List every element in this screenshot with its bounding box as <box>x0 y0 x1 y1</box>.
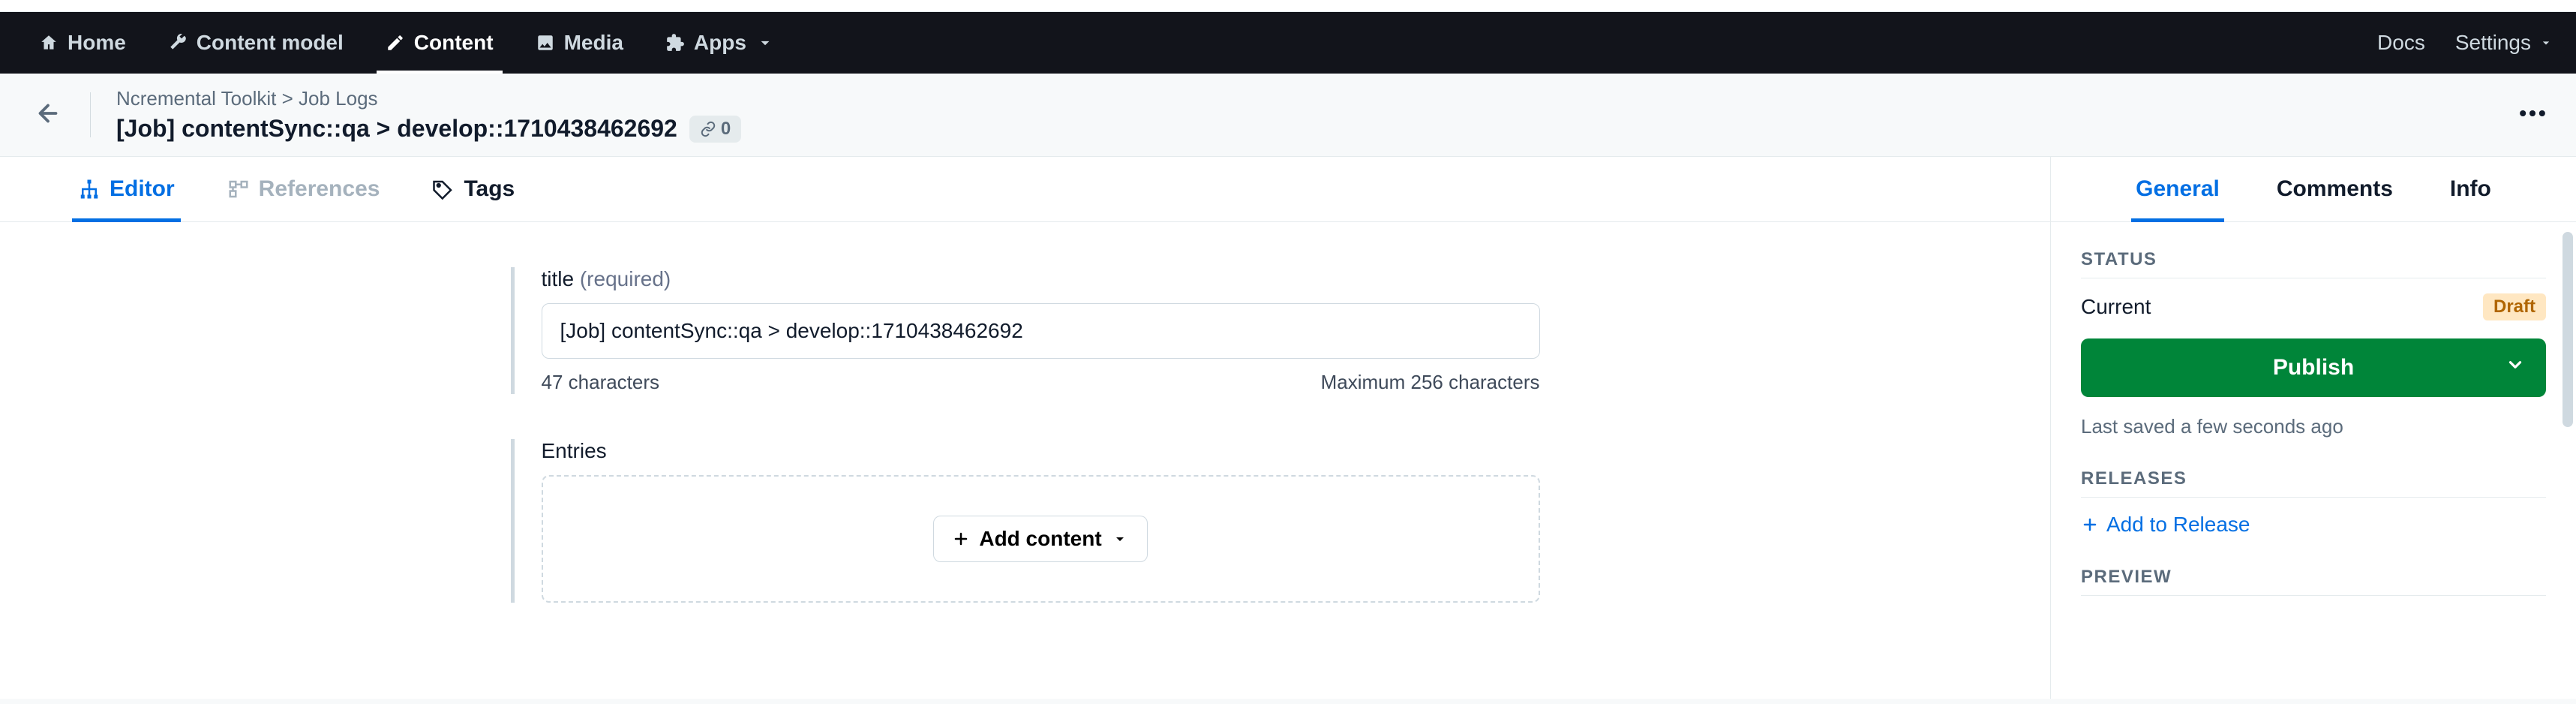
nav-content-model-label: Content model <box>197 31 344 55</box>
links-chip[interactable]: 0 <box>689 116 741 143</box>
more-actions-button[interactable] <box>2516 97 2549 134</box>
add-content-button[interactable]: Add content <box>933 516 1147 562</box>
add-content-label: Add content <box>979 527 1101 551</box>
puzzle-icon <box>665 33 685 53</box>
add-to-release[interactable]: Add to Release <box>2081 513 2546 537</box>
nav-docs-label: Docs <box>2377 31 2425 55</box>
tab-editor-label: Editor <box>110 176 175 202</box>
last-saved-text: Last saved a few seconds ago <box>2081 415 2546 438</box>
nav-home-label: Home <box>68 31 126 55</box>
publish-label: Publish <box>2273 355 2354 381</box>
tag-icon <box>432 178 455 200</box>
arrow-left-icon <box>35 100 62 127</box>
status-heading: STATUS <box>2081 249 2546 278</box>
tree-icon <box>78 178 101 200</box>
plus-icon <box>2081 516 2099 534</box>
tab-references-label: References <box>259 176 380 202</box>
links-count: 0 <box>721 119 731 140</box>
nav-apps-label: Apps <box>694 31 746 55</box>
top-nav: Home Content model Content Media Apps Do… <box>0 12 2576 74</box>
title-max: Maximum 256 characters <box>1321 371 1540 394</box>
field-entries: Entries Add content <box>511 439 1540 603</box>
chevron-down-icon <box>2505 355 2525 375</box>
tab-references: References <box>221 157 386 221</box>
back-button[interactable] <box>27 92 69 138</box>
scrollbar-thumb[interactable] <box>2562 232 2573 427</box>
nav-content[interactable]: Content <box>369 12 510 74</box>
wrench-icon <box>168 33 188 53</box>
tab-editor[interactable]: Editor <box>72 157 181 221</box>
breadcrumb[interactable]: Ncremental Toolkit > Job Logs <box>116 87 741 110</box>
nav-media[interactable]: Media <box>519 12 640 74</box>
status-current-label: Current <box>2081 295 2151 319</box>
publish-dropdown[interactable] <box>2505 355 2525 381</box>
title-required: (required) <box>580 267 671 290</box>
home-icon <box>39 33 59 53</box>
chevron-down-icon <box>1111 530 1129 548</box>
nav-docs[interactable]: Docs <box>2377 31 2425 55</box>
link-icon <box>700 121 716 137</box>
releases-heading: RELEASES <box>2081 468 2546 498</box>
entries-label: Entries <box>542 439 607 462</box>
title-bar: Ncremental Toolkit > Job Logs [Job] cont… <box>0 74 2576 157</box>
status-badge: Draft <box>2483 293 2546 320</box>
preview-heading: PREVIEW <box>2081 567 2546 596</box>
nav-settings[interactable]: Settings <box>2455 31 2553 55</box>
sidebar-tab-general[interactable]: General <box>2131 157 2224 221</box>
chevron-down-icon <box>2538 35 2553 50</box>
nav-home[interactable]: Home <box>23 12 143 74</box>
field-title: title (required) 47 characters Maximum 2… <box>511 267 1540 394</box>
title-char-count: 47 characters <box>542 371 660 394</box>
chevron-down-icon <box>755 33 775 53</box>
nav-settings-label: Settings <box>2455 31 2531 55</box>
nav-media-label: Media <box>564 31 623 55</box>
publish-button[interactable]: Publish <box>2081 338 2546 397</box>
pen-icon <box>386 33 405 53</box>
nav-content-label: Content <box>414 31 494 55</box>
tab-tags-label: Tags <box>464 176 515 202</box>
image-icon <box>536 33 555 53</box>
entries-dropzone[interactable]: Add content <box>542 475 1540 603</box>
env-bar <box>0 0 2576 12</box>
editor-tabs: Editor References Tags <box>0 157 2050 222</box>
sidebar: General Comments Info STATUS Current Dra… <box>2051 157 2576 699</box>
references-icon <box>227 178 250 200</box>
title-label: title <box>542 267 575 290</box>
page-title: [Job] contentSync::qa > develop::1710438… <box>116 115 677 143</box>
title-input[interactable] <box>542 303 1540 359</box>
tab-tags[interactable]: Tags <box>426 157 521 221</box>
plus-icon <box>952 530 970 548</box>
main-panel: Editor References Tags title (required) … <box>0 157 2051 699</box>
sidebar-tabs: General Comments Info <box>2051 157 2576 222</box>
sidebar-tab-comments[interactable]: Comments <box>2272 157 2397 221</box>
nav-apps[interactable]: Apps <box>649 12 791 74</box>
more-horizontal-icon <box>2516 97 2549 130</box>
divider <box>90 92 91 137</box>
nav-content-model[interactable]: Content model <box>152 12 360 74</box>
add-to-release-label: Add to Release <box>2106 513 2250 537</box>
sidebar-tab-info[interactable]: Info <box>2445 157 2496 221</box>
